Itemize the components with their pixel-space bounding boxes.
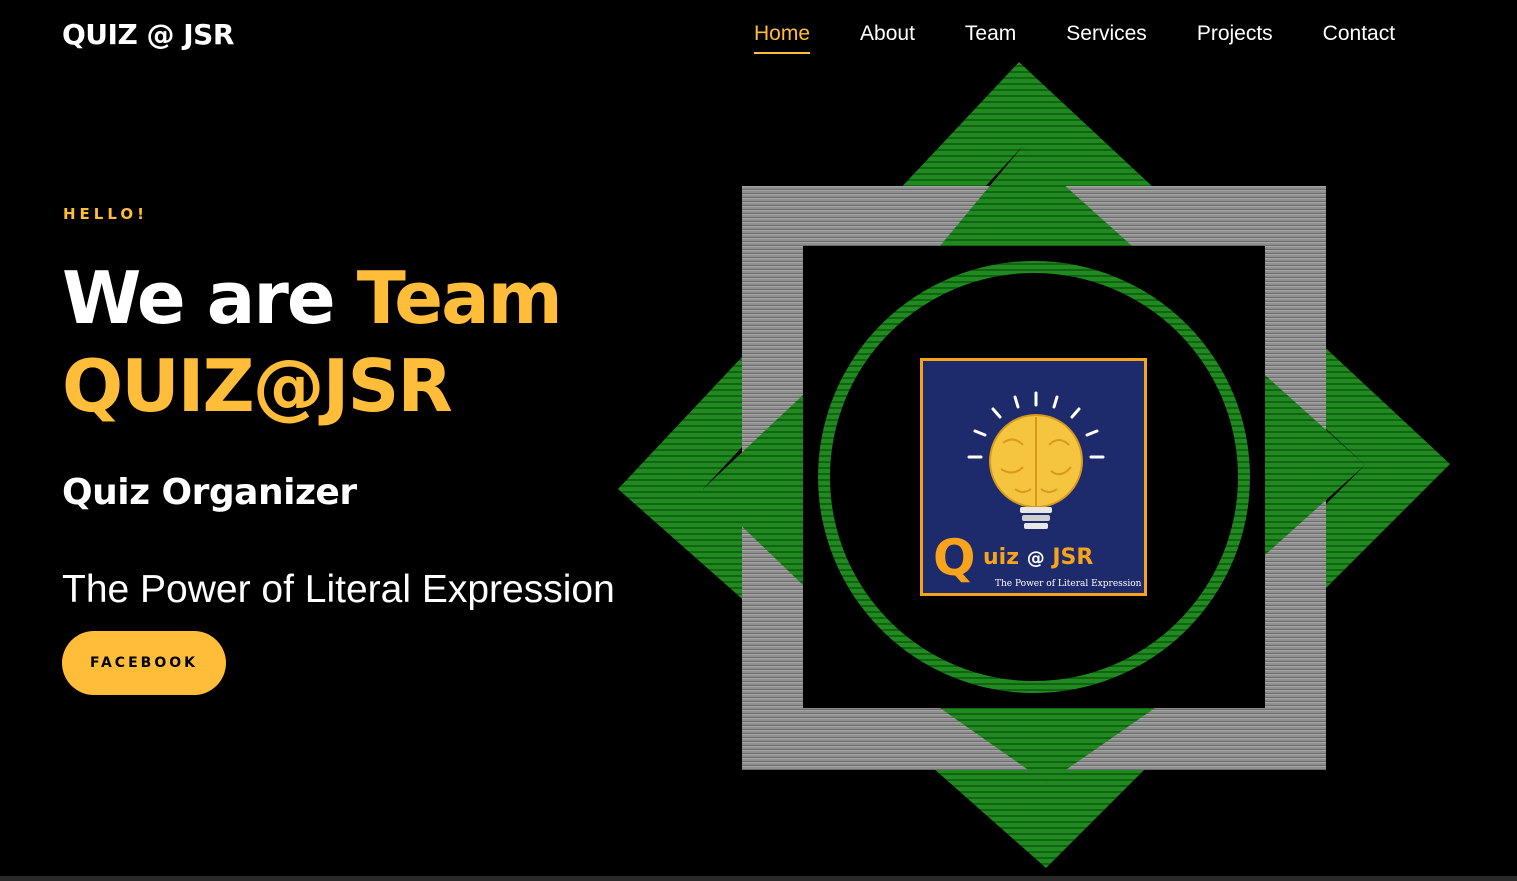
headline-we-are: We are (62, 256, 357, 340)
nav-home[interactable]: Home (754, 22, 811, 54)
nav-about[interactable]: About (860, 22, 915, 54)
quiz-jsr-logo: Q uiz @ JSR The Power of Literal Express… (920, 358, 1147, 596)
nav-projects[interactable]: Projects (1197, 22, 1273, 54)
page-bottom-border (0, 876, 1517, 881)
logo-subtitle: The Power of Literal Expression (995, 579, 1142, 589)
nav-team[interactable]: Team (965, 22, 1016, 54)
facebook-button[interactable]: FACEBOOK (62, 631, 226, 695)
hero-eyebrow: HELLO! (63, 205, 148, 223)
headline-quiz-jsr: QUIZ@JSR (62, 344, 453, 428)
nav-services[interactable]: Services (1066, 22, 1147, 54)
hero-tagline: The Power of Literal Expression (62, 568, 615, 611)
page: QUIZ @ JSR Home About Team Services Proj… (0, 0, 1517, 881)
headline-team: Team (356, 256, 563, 340)
main-nav: Home About Team Services Projects Contac… (754, 22, 1395, 54)
nav-contact[interactable]: Contact (1323, 22, 1395, 54)
logo-at: @ (1026, 548, 1045, 569)
logo-wordmark: uiz @ JSR (983, 545, 1093, 570)
logo-jsr: JSR (1052, 545, 1094, 570)
logo-q-letter: Q (933, 529, 976, 587)
hero-role: Quiz Organizer (62, 472, 357, 513)
hero-headline: We are Team QUIZ@JSR (62, 254, 563, 430)
logo-uiz: uiz (983, 545, 1020, 570)
brand-logo[interactable]: QUIZ @ JSR (62, 18, 234, 51)
